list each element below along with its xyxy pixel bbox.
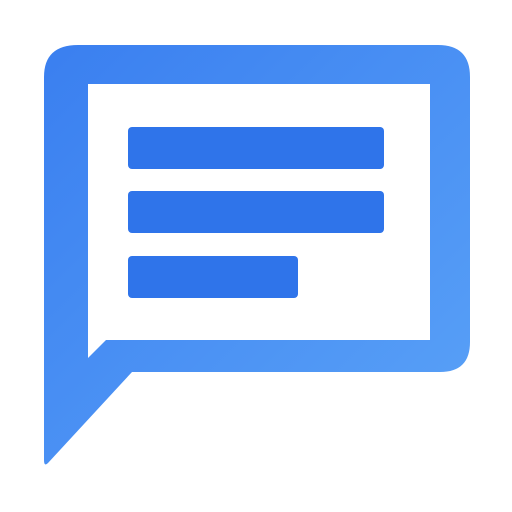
text-line-2 (128, 191, 384, 233)
text-line-1 (128, 127, 384, 169)
message-icon (44, 45, 470, 465)
text-line-3 (128, 256, 298, 298)
message-icon-container (0, 0, 512, 512)
